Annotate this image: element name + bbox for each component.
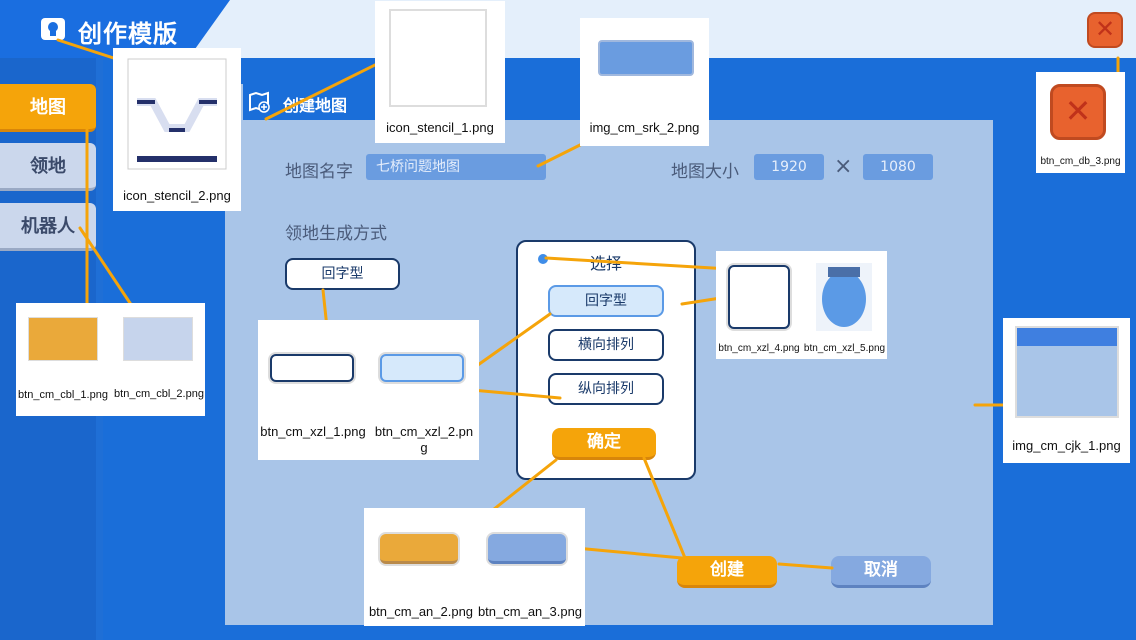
stencil-icon xyxy=(127,58,227,170)
caption: img_cm_cjk_1.png xyxy=(1012,438,1121,453)
caption: btn_cm_xzl_4.png xyxy=(718,343,800,354)
sprite-card-icon-stencil-2: icon_stencil_2.png xyxy=(113,48,241,211)
an-3-sprite xyxy=(488,534,566,564)
sprite-card-cbl: btn_cm_cbl_1.png btn_cm_cbl_2.png xyxy=(16,303,205,416)
xzl-1-sprite xyxy=(270,354,354,382)
caption: btn_cm_xzl_5.png xyxy=(803,343,886,354)
caption: icon_stencil_2.png xyxy=(123,188,231,203)
caption: btn_cm_db_3.png xyxy=(1040,156,1121,167)
caption: btn_cm_xzl_2.png xyxy=(374,424,474,455)
xzl-2-sprite xyxy=(380,354,464,382)
caption: btn_cm_xzl_1.png xyxy=(260,424,366,439)
caption: icon_stencil_1.png xyxy=(386,120,494,135)
caption: btn_cm_cbl_1.png xyxy=(18,389,108,401)
sprite-card-icon-stencil-1: icon_stencil_1.png xyxy=(375,1,505,143)
an-2-sprite xyxy=(380,534,458,564)
sprite-card-img-cm-srk-2: img_cm_srk_2.png xyxy=(580,18,709,146)
sprite-card-btn-cm-db-3: ✕ btn_cm_db_3.png xyxy=(1036,72,1125,173)
cbl-1-sprite xyxy=(28,317,98,361)
caption: btn_cm_an_3.png xyxy=(477,604,583,619)
cjk-sprite xyxy=(1015,326,1119,418)
cbl-2-sprite xyxy=(123,317,193,361)
sprite-card-xzl-4-5: btn_cm_xzl_4.png btn_cm_xzl_5.png xyxy=(716,251,887,359)
sprite-card-an-2-3: btn_cm_an_2.png btn_cm_an_3.png xyxy=(364,508,585,626)
xzl-5-sprite xyxy=(816,263,872,331)
close-sprite-icon: ✕ xyxy=(1050,84,1106,140)
stencil-blank xyxy=(389,9,487,107)
caption: img_cm_srk_2.png xyxy=(589,120,700,135)
xzl-4-sprite xyxy=(728,265,790,329)
sprite-card-xzl-1-2: btn_cm_xzl_1.png btn_cm_xzl_2.png xyxy=(258,320,479,460)
caption: btn_cm_an_2.png xyxy=(368,604,474,619)
caption: btn_cm_cbl_2.png xyxy=(114,388,204,400)
sprite-card-img-cm-cjk-1: img_cm_cjk_1.png xyxy=(1003,318,1130,463)
input-sprite xyxy=(598,40,694,76)
